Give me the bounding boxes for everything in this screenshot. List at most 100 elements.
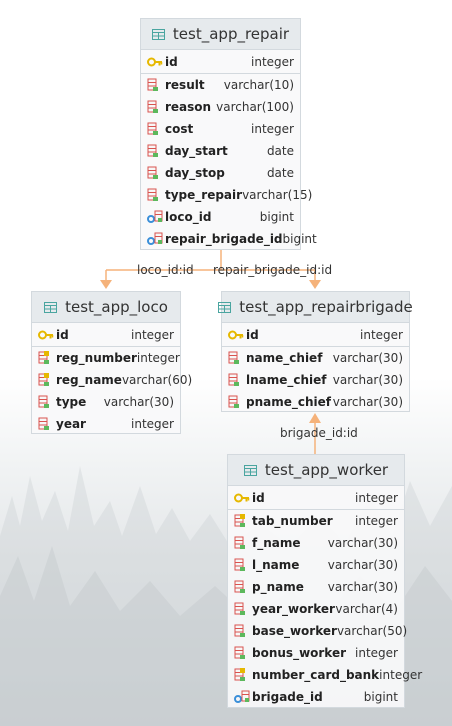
column-type: bigint [363, 690, 398, 704]
table-test-app-repair[interactable]: test_app_repair id integer result varchar(1… [140, 18, 317, 250]
column-icon [228, 372, 246, 388]
column-type: bigint [259, 210, 294, 224]
table-row[interactable]: tab_number integer [228, 510, 404, 532]
column-name: f_name [252, 536, 301, 550]
column-type: date [266, 166, 294, 180]
column-list: id integer result varchar(10) reason varchar(… [141, 50, 317, 250]
column-name: loco_id [165, 210, 212, 224]
table-row[interactable]: repair_brigade_id bigint [141, 228, 317, 250]
column-icon [147, 99, 165, 115]
column-icon [147, 187, 165, 203]
column-icon [234, 535, 252, 551]
column-type: integer [251, 122, 294, 136]
table-row[interactable]: number_card_bank integer [228, 664, 422, 686]
table-row[interactable]: reason varchar(100) [141, 96, 300, 118]
relation-label-loco: loco_id:id [137, 263, 194, 277]
foreign-key-icon [147, 231, 165, 247]
column-name: reason [165, 100, 212, 114]
table-row[interactable]: day_start date [141, 140, 300, 162]
column-name: type [56, 395, 87, 409]
table-row[interactable]: pname_chief varchar(30) [222, 391, 409, 413]
table-row[interactable]: reg_number integer [32, 347, 180, 369]
column-name: id [252, 491, 265, 505]
column-name: id [165, 55, 178, 69]
table-row[interactable]: type_repair varchar(15) [141, 184, 312, 206]
table-row[interactable]: day_stop date [141, 162, 300, 184]
table-header[interactable]: test_app_worker [228, 455, 404, 486]
column-name: brigade_id [252, 690, 323, 704]
column-name: year [56, 417, 86, 431]
column-name: reg_name [56, 373, 122, 387]
table-row[interactable]: reg_name varchar(60) [32, 369, 192, 391]
column-type: varchar(30) [103, 395, 174, 409]
column-type: varchar(4) [335, 602, 398, 616]
column-type: varchar(30) [332, 373, 403, 387]
table-row[interactable]: id integer [141, 51, 300, 74]
table-header[interactable]: test_app_repair [141, 19, 300, 50]
table-row[interactable]: id integer [228, 487, 404, 510]
column-type: integer [355, 491, 398, 505]
column-icon [38, 416, 56, 432]
table-row[interactable]: base_worker varchar(50) [228, 620, 407, 642]
column-list: id integer reg_number integer reg_name varcha… [32, 323, 192, 435]
column-type: varchar(30) [327, 580, 398, 594]
column-name: l_name [252, 558, 300, 572]
table-test-app-repairbrigade[interactable]: test_app_repairbrigade id integer name_chi… [218, 291, 413, 413]
foreign-key-icon [234, 689, 252, 705]
column-icon [234, 623, 252, 639]
table-row[interactable]: year_worker varchar(4) [228, 598, 404, 620]
table-title: test_app_repairbrigade [239, 298, 413, 316]
column-type: integer [355, 646, 398, 660]
column-name: result [165, 78, 205, 92]
unique-column-icon [234, 513, 252, 529]
table-row[interactable]: name_chief varchar(30) [222, 347, 409, 369]
table-row[interactable]: brigade_id bigint [228, 686, 404, 708]
column-name: day_stop [165, 166, 225, 180]
column-type: varchar(60) [121, 373, 193, 387]
relation-label-repair-brigade: repair_brigade_id:id [213, 263, 333, 277]
column-name: year_worker [252, 602, 335, 616]
table-header[interactable]: test_app_repairbrigade [218, 292, 413, 323]
column-icon [147, 165, 165, 181]
primary-key-icon [38, 327, 56, 343]
column-list: id integer tab_number integer f_name varchar(… [228, 486, 422, 708]
foreign-key-icon [147, 209, 165, 225]
column-name: repair_brigade_id [165, 232, 283, 246]
table-row[interactable]: lname_chief varchar(30) [222, 369, 409, 391]
table-row[interactable]: id integer [222, 324, 409, 347]
column-icon [38, 394, 56, 410]
column-type: integer [131, 328, 174, 342]
column-name: lname_chief [246, 373, 327, 387]
column-icon [147, 77, 165, 93]
column-type: integer [379, 668, 423, 682]
column-type: integer [360, 328, 403, 342]
table-row[interactable]: year integer [32, 413, 180, 435]
table-title: test_app_loco [65, 298, 168, 316]
table-header[interactable]: test_app_loco [32, 292, 180, 323]
column-type: integer [251, 55, 294, 69]
column-type: varchar(30) [332, 395, 403, 409]
table-row[interactable]: loco_id bigint [141, 206, 300, 228]
table-row[interactable]: cost integer [141, 118, 300, 140]
table-row[interactable]: p_name varchar(30) [228, 576, 404, 598]
table-row[interactable]: id integer [32, 324, 180, 347]
column-icon [147, 121, 165, 137]
table-test-app-worker[interactable]: test_app_worker id integer tab_number integ… [227, 454, 422, 708]
column-name: id [246, 328, 259, 342]
table-row[interactable]: l_name varchar(30) [228, 554, 404, 576]
column-icon [228, 394, 246, 410]
column-name: name_chief [246, 351, 323, 365]
table-title: test_app_worker [264, 461, 389, 479]
table-row[interactable]: f_name varchar(30) [228, 532, 404, 554]
column-type: varchar(10) [223, 78, 294, 92]
table-test-app-loco[interactable]: test_app_loco id integer reg_number integer… [31, 291, 192, 435]
table-row[interactable]: result varchar(10) [141, 74, 300, 96]
table-row[interactable]: bonus_worker integer [228, 642, 404, 664]
column-type: integer [355, 514, 398, 528]
column-name: reg_number [56, 351, 137, 365]
table-row[interactable]: type varchar(30) [32, 391, 180, 413]
column-icon [234, 645, 252, 661]
column-name: base_worker [252, 624, 337, 638]
column-type: integer [136, 351, 180, 365]
column-type: varchar(30) [327, 536, 398, 550]
